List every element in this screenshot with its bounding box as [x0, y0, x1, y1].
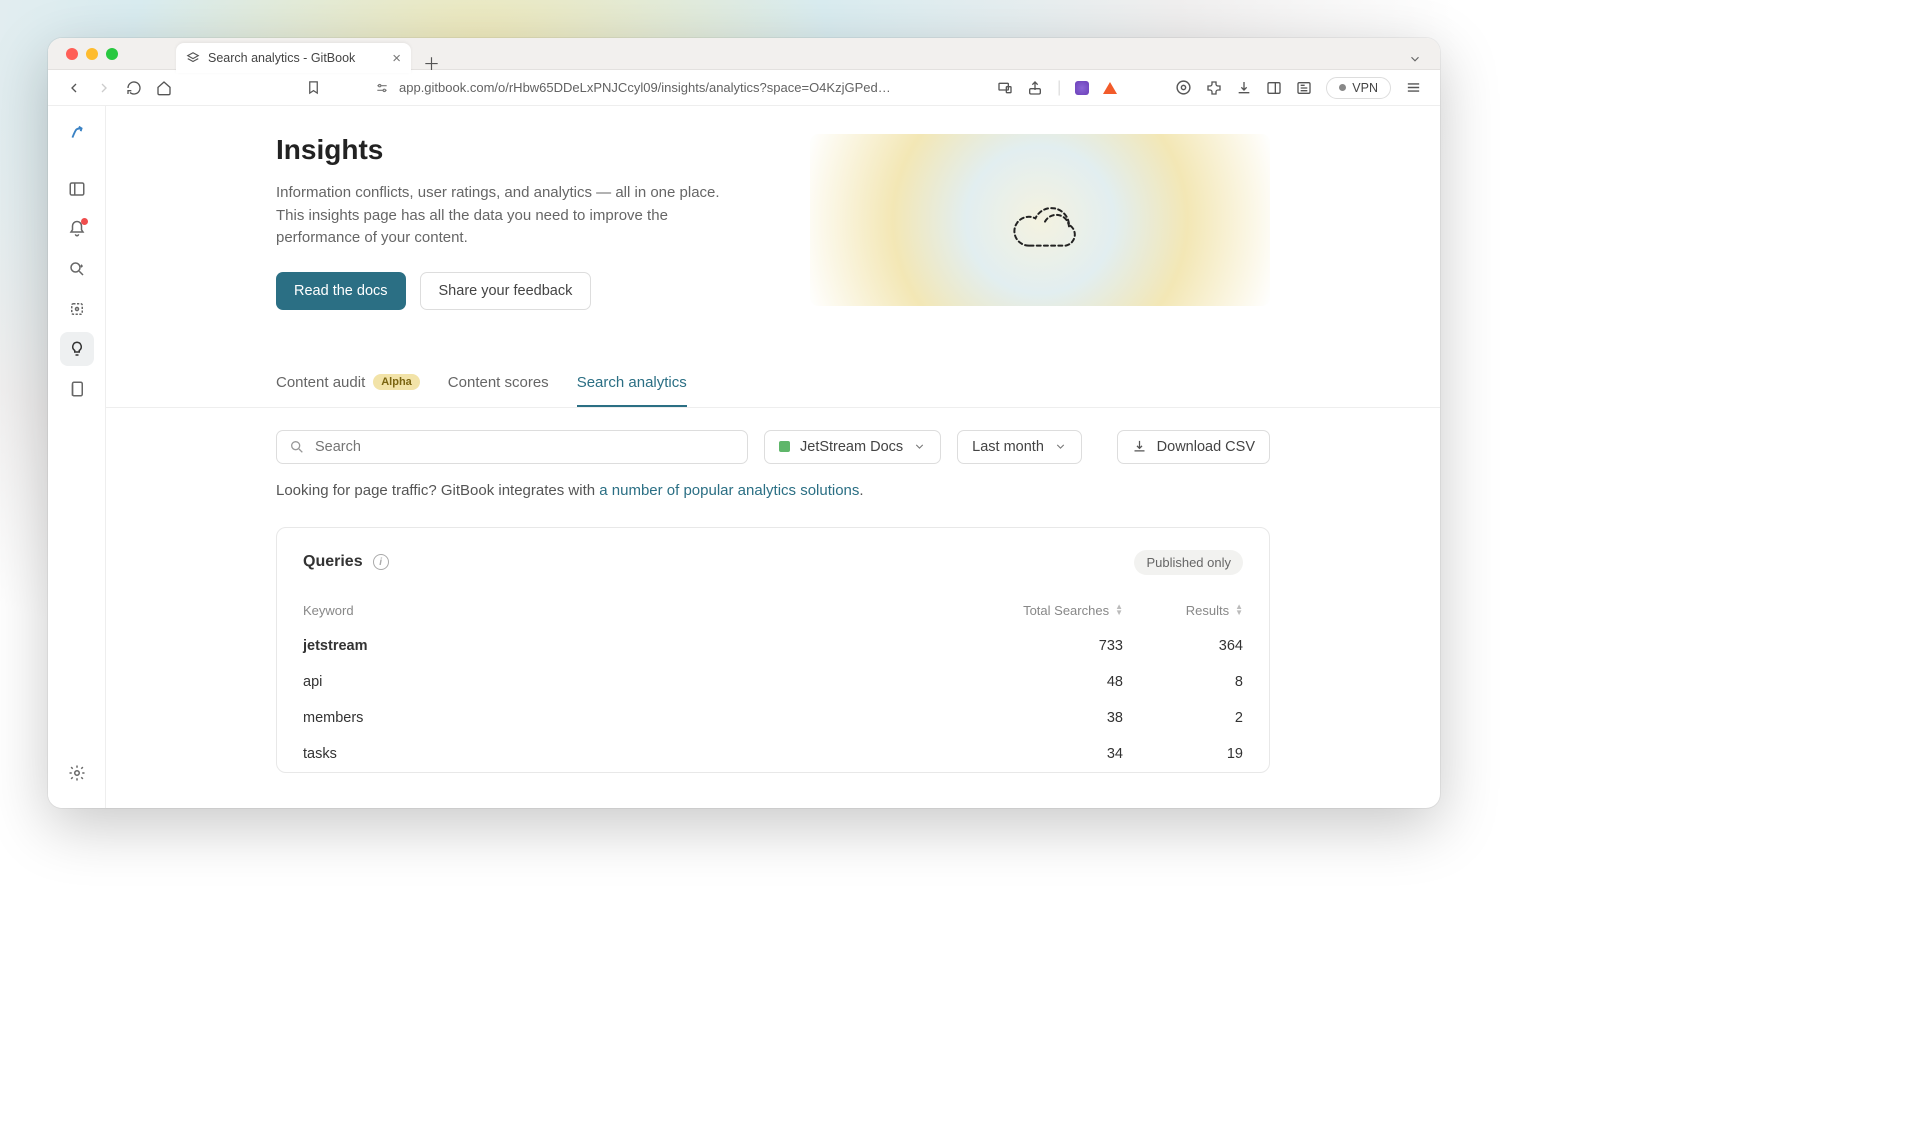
- share-feedback-button[interactable]: Share your feedback: [420, 272, 592, 310]
- cloud-icon: [1005, 193, 1075, 248]
- tab-label: Content audit: [276, 374, 365, 391]
- hero: Insights Information conflicts, user rat…: [106, 106, 1440, 310]
- rail-collapse-icon[interactable]: [60, 172, 94, 206]
- main-content: Insights Information conflicts, user rat…: [106, 106, 1440, 808]
- alpha-badge: Alpha: [373, 374, 420, 390]
- table-header: Keyword Total Searches▲▼ Results▲▼: [303, 593, 1243, 628]
- rail-docs-icon[interactable]: [60, 372, 94, 406]
- published-only-badge: Published only: [1134, 550, 1243, 575]
- sidebar-toggle-icon[interactable]: [1266, 80, 1282, 96]
- tab-label: Content scores: [448, 374, 549, 391]
- back-icon[interactable]: [66, 80, 82, 96]
- table-row[interactable]: jetstream 733 364: [303, 628, 1243, 664]
- vpn-label: VPN: [1352, 81, 1378, 95]
- space-dropdown[interactable]: JetStream Docs: [764, 430, 941, 464]
- site-settings-icon[interactable]: [375, 81, 389, 95]
- search-input[interactable]: [315, 439, 735, 455]
- chevron-down-icon: [913, 440, 926, 453]
- tab-favicon-icon: [186, 51, 200, 65]
- toolbar-right: | VPN: [997, 77, 1422, 99]
- search-icon: [289, 439, 305, 455]
- tab-close-icon[interactable]: ×: [392, 50, 401, 67]
- info-icon[interactable]: i: [373, 554, 389, 570]
- download-icon: [1132, 439, 1147, 454]
- extensions-icon[interactable]: [1206, 80, 1222, 96]
- table-row[interactable]: tasks 34 19: [303, 736, 1243, 772]
- tab-label: Search analytics: [577, 374, 687, 391]
- queries-title: Queries: [303, 553, 363, 571]
- sort-icon: ▲▼: [1115, 604, 1123, 616]
- maximize-window-icon[interactable]: [106, 48, 118, 60]
- close-window-icon[interactable]: [66, 48, 78, 60]
- browser-toolbar: app.gitbook.com/o/rHbw65DDeLxPNJCcyl09/i…: [48, 70, 1440, 106]
- chevron-down-icon: [1054, 440, 1067, 453]
- reload-icon[interactable]: [126, 80, 142, 96]
- space-color-icon: [779, 441, 790, 452]
- hero-banner: [810, 134, 1270, 306]
- download-csv-button[interactable]: Download CSV: [1117, 430, 1270, 464]
- minimize-window-icon[interactable]: [86, 48, 98, 60]
- url-text: app.gitbook.com/o/rHbw65DDeLxPNJCcyl09/i…: [399, 80, 891, 95]
- vpn-button[interactable]: VPN: [1326, 77, 1391, 99]
- col-results[interactable]: Results▲▼: [1123, 603, 1243, 618]
- wallet-icon[interactable]: [1175, 79, 1192, 96]
- brave-shields-icon[interactable]: [1075, 81, 1089, 95]
- hint-text: Looking for page traffic? GitBook integr…: [106, 464, 1440, 499]
- left-rail: [48, 106, 106, 808]
- controls: JetStream Docs Last month Download CSV: [106, 408, 1440, 464]
- rail-settings-icon[interactable]: [60, 756, 94, 790]
- url-bar[interactable]: app.gitbook.com/o/rHbw65DDeLxPNJCcyl09/i…: [375, 80, 891, 95]
- col-total-searches[interactable]: Total Searches▲▼: [983, 603, 1123, 618]
- page-title: Insights: [276, 134, 770, 166]
- sort-icon: ▲▼: [1235, 604, 1243, 616]
- tab-title: Search analytics - GitBook: [208, 51, 355, 65]
- menu-icon[interactable]: [1405, 79, 1422, 96]
- period-dropdown[interactable]: Last month: [957, 430, 1082, 464]
- tabs: Content audit Alpha Content scores Searc…: [106, 366, 1440, 408]
- tab-search-analytics[interactable]: Search analytics: [577, 366, 687, 407]
- downloads-icon[interactable]: [1236, 80, 1252, 96]
- forward-icon[interactable]: [96, 80, 112, 96]
- device-icon[interactable]: [997, 80, 1013, 96]
- download-label: Download CSV: [1157, 439, 1255, 455]
- queries-card: Queries i Published only Keyword Total S…: [276, 527, 1270, 773]
- brave-logo-icon[interactable]: [1103, 82, 1117, 94]
- page-description: Information conflicts, user ratings, and…: [276, 182, 736, 250]
- space-label: JetStream Docs: [800, 439, 903, 455]
- rail-notifications-icon[interactable]: [60, 212, 94, 246]
- separator: |: [1057, 79, 1061, 97]
- tab-overflow-icon[interactable]: [1408, 52, 1422, 66]
- table-row[interactable]: members 38 2: [303, 700, 1243, 736]
- bookmark-icon[interactable]: [306, 80, 321, 95]
- tab-content-audit[interactable]: Content audit Alpha: [276, 366, 420, 407]
- window-controls: [66, 48, 118, 60]
- analytics-solutions-link[interactable]: a number of popular analytics solutions: [599, 482, 859, 499]
- workspace-logo[interactable]: [64, 120, 90, 146]
- tab-content-scores[interactable]: Content scores: [448, 366, 549, 407]
- rail-insights-icon[interactable]: [60, 332, 94, 366]
- rail-snippets-icon[interactable]: [60, 292, 94, 326]
- search-box[interactable]: [276, 430, 748, 464]
- share-icon[interactable]: [1027, 80, 1043, 96]
- table-row[interactable]: api 48 8: [303, 664, 1243, 700]
- new-tab-button[interactable]: ＋: [423, 50, 440, 75]
- app-body: Insights Information conflicts, user rat…: [48, 106, 1440, 808]
- col-keyword[interactable]: Keyword: [303, 603, 983, 618]
- reader-icon[interactable]: [1296, 80, 1312, 96]
- browser-tab[interactable]: Search analytics - GitBook ×: [176, 43, 411, 73]
- rail-search-icon[interactable]: [60, 252, 94, 286]
- period-label: Last month: [972, 439, 1044, 455]
- browser-window: Search analytics - GitBook × ＋ app.gitbo…: [48, 38, 1440, 808]
- read-docs-button[interactable]: Read the docs: [276, 272, 406, 310]
- home-icon[interactable]: [156, 80, 172, 96]
- queries-table: Keyword Total Searches▲▼ Results▲▼ jetst…: [303, 593, 1243, 772]
